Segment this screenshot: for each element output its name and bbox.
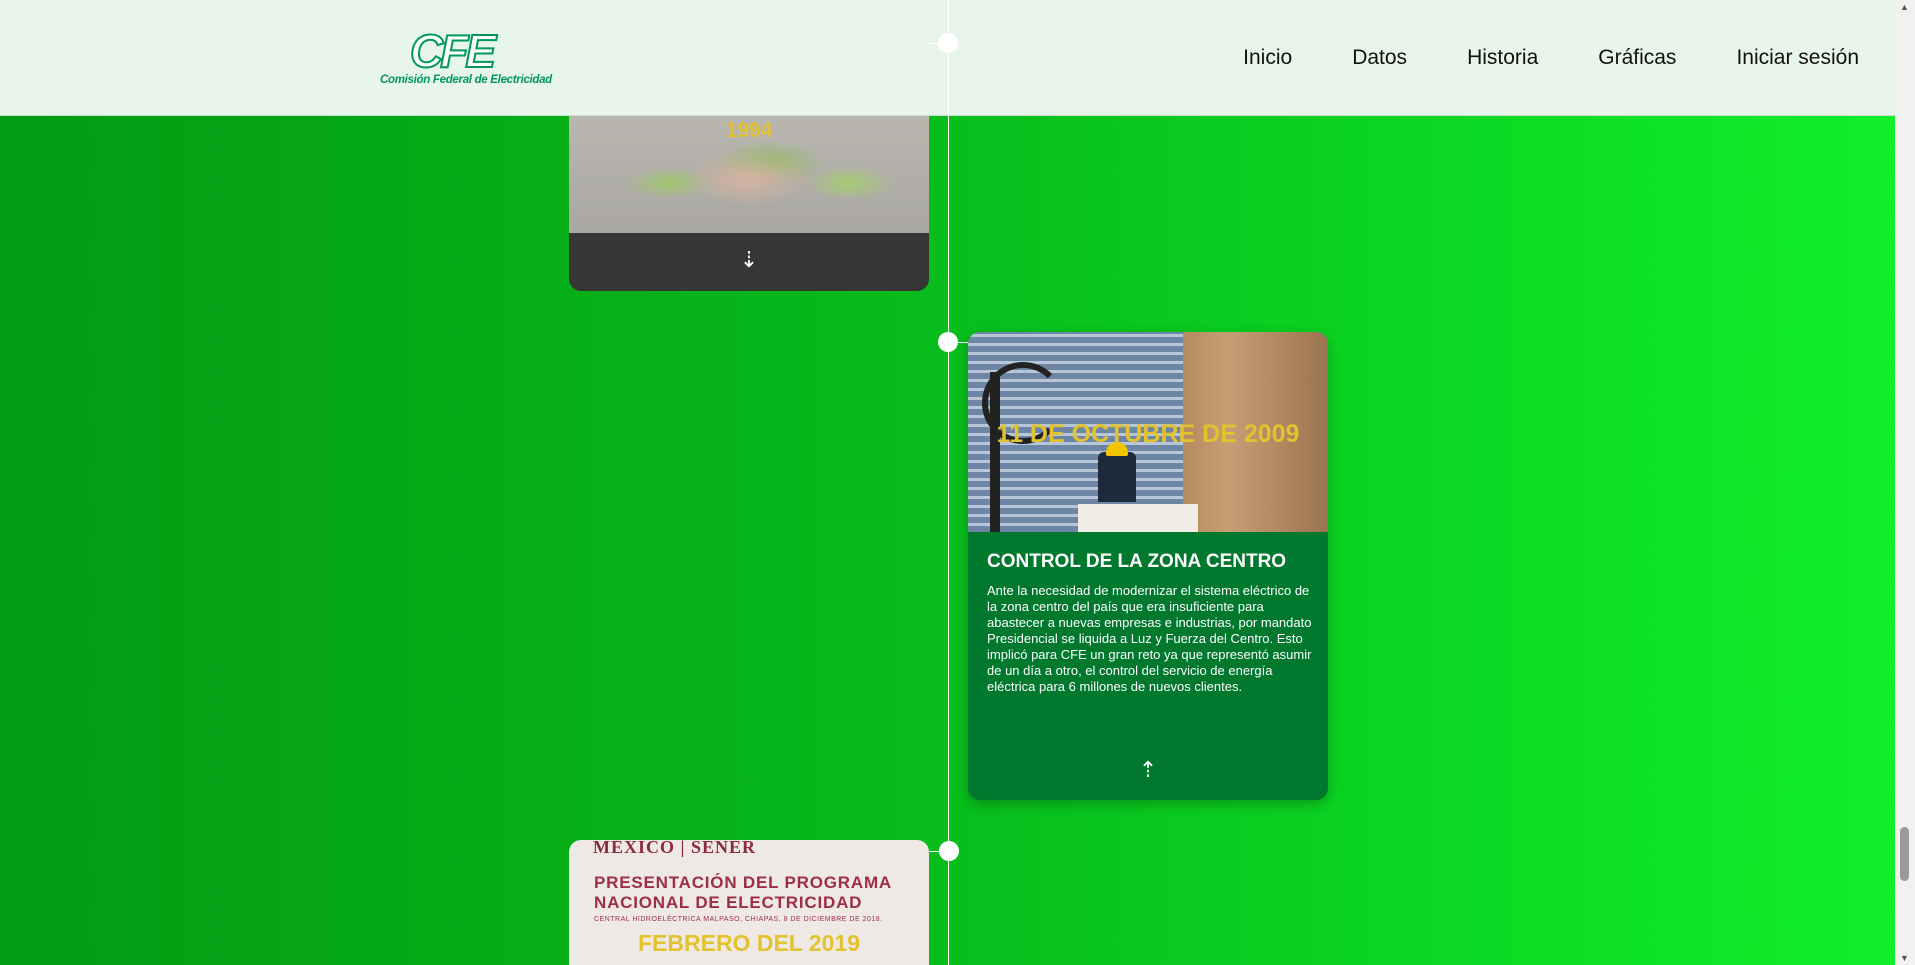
cfe-logo[interactable]: CFE Comisión Federal de Electricidad: [380, 25, 552, 90]
nav-link-graficas[interactable]: Gráficas: [1598, 46, 1676, 70]
nav-link-iniciar-sesion[interactable]: Iniciar sesión: [1736, 46, 1859, 70]
logo-mark: CFE: [409, 25, 497, 77]
nav-link-inicio[interactable]: Inicio: [1243, 46, 1292, 70]
lift-bucket-shape: [1078, 504, 1198, 532]
image-title-text: PRESENTACIÓN DEL PROGRAMA NACIONAL DE EL…: [594, 873, 892, 912]
main-nav: Inicio Datos Historia Gráficas Iniciar s…: [1183, 0, 1859, 115]
timeline-dot: [938, 33, 958, 53]
timeline-dot: [938, 332, 958, 352]
timeline-card-2009: 11 DE OCTUBRE DE 2009 CONTROL DE LA ZONA…: [968, 332, 1328, 800]
timeline-dot: [939, 841, 959, 861]
card-description: Ante la necesidad de modernizar el siste…: [987, 583, 1312, 694]
nav-link-historia[interactable]: Historia: [1467, 46, 1538, 70]
logo-subtitle: Comisión Federal de Electricidad: [380, 74, 552, 86]
timeline-card-2019: MÉXICO | SENER PRESENTACIÓN DEL PROGRAMA…: [569, 840, 929, 965]
card-year: 11 DE OCTUBRE DE 2009: [996, 420, 1300, 448]
timeline-line: [948, 0, 949, 965]
scrollbar-thumb[interactable]: [1900, 827, 1909, 881]
card-title: CONTROL DE LA ZONA CENTRO: [987, 551, 1287, 572]
page-scrollbar[interactable]: ▲ ▼: [1895, 0, 1915, 965]
worker-shape: [1098, 452, 1136, 502]
nav-link-datos[interactable]: Datos: [1352, 46, 1407, 70]
expand-down-icon[interactable]: ⇣: [569, 247, 929, 273]
card-year: 1994: [725, 119, 773, 142]
collapse-up-icon[interactable]: ⇡: [968, 757, 1328, 783]
image-subtitle-text: CENTRAL HIDROELÉCTRICA MALPASO, CHIAPAS,…: [594, 916, 883, 923]
image-header-text: MÉXICO | SENER: [593, 840, 756, 857]
scroll-up-icon[interactable]: ▲: [1900, 2, 1909, 12]
card-year: FEBRERO DEL 2019: [638, 930, 860, 956]
scroll-down-icon[interactable]: ▼: [1900, 953, 1909, 963]
